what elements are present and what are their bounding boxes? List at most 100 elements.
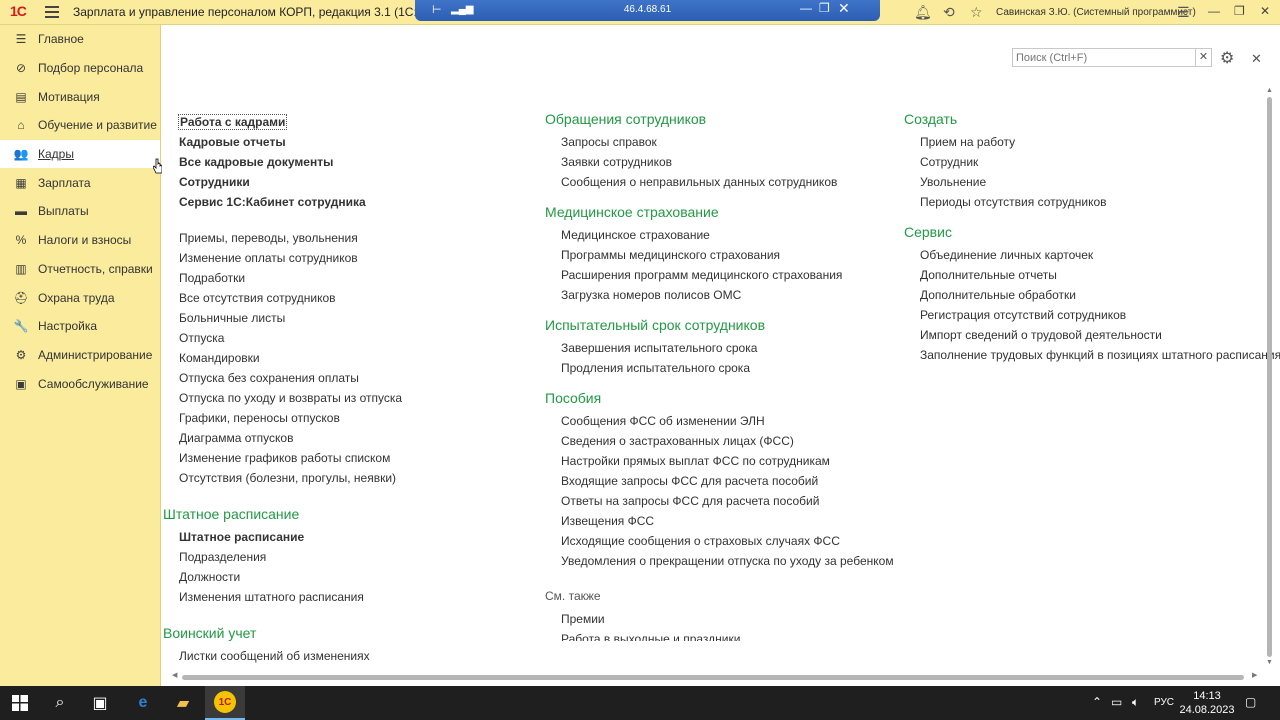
link-business-trips[interactable]: Командировки	[179, 348, 402, 368]
window-close-button[interactable]: ✕	[1260, 4, 1270, 18]
link-all-absences[interactable]: Все отсутствия сотрудников	[179, 288, 402, 308]
link-fss-answers[interactable]: Ответы на запросы ФСС для расчета пособи…	[545, 491, 894, 511]
scroll-left-icon[interactable]: ◀	[172, 671, 177, 679]
link-trial-extension[interactable]: Продления испытательного срока	[545, 358, 894, 378]
tray-expand-icon[interactable]: ⌃	[1092, 695, 1102, 709]
link-employee-requests[interactable]: Заявки сотрудников	[545, 152, 894, 172]
bell-icon[interactable]: 🔔︎	[914, 4, 932, 21]
link-wrong-data-messages[interactable]: Сообщения о неправильных данных сотрудни…	[545, 172, 894, 192]
sidebar-item-administration[interactable]: ⚙ Администрирование	[0, 341, 160, 370]
link-schedule-changes[interactable]: Изменение графиков работы списком	[179, 448, 402, 468]
link-parental-leave[interactable]: Отпуска по уходу и возвраты из отпуска	[179, 388, 402, 408]
link-create-employee[interactable]: Сотрудник	[904, 152, 1280, 172]
history-icon[interactable]: ⟲	[943, 4, 955, 21]
link-create-hire[interactable]: Прием на работу	[904, 132, 1280, 152]
scroll-down-icon[interactable]: ▼	[1266, 659, 1273, 666]
link-medical-insurance[interactable]: Медицинское страхование	[545, 225, 894, 245]
task-view-icon[interactable]: ▣	[80, 686, 120, 720]
link-labor-functions[interactable]: Заполнение трудовых функций в позициях ш…	[904, 345, 1280, 365]
link-fss-eln[interactable]: Сообщения ФСС об изменении ЭЛН	[545, 411, 894, 431]
sidebar-item-salary[interactable]: ▦ Зарплата	[0, 168, 160, 197]
volume-icon[interactable]: 🔈︎	[1132, 695, 1139, 710]
sidebar-item-settings[interactable]: 🔧 Настройка	[0, 312, 160, 341]
link-hires-transfers[interactable]: Приемы, переводы, увольнения	[179, 228, 402, 248]
link-positions[interactable]: Должности	[179, 567, 402, 587]
panel-settings-icon[interactable]: ⚙	[1220, 48, 1234, 68]
link-import-labor[interactable]: Импорт сведений о трудовой деятельности	[904, 325, 1280, 345]
file-explorer-icon[interactable]: ▰	[163, 686, 203, 720]
link-departments[interactable]: Подразделения	[179, 547, 402, 567]
link-pay-changes[interactable]: Изменение оплаты сотрудников	[179, 248, 402, 268]
link-employees[interactable]: Сотрудники	[179, 172, 402, 192]
sidebar-item-motivation[interactable]: ▤ Мотивация	[0, 82, 160, 111]
scroll-thumb[interactable]	[1267, 97, 1272, 657]
link-oms-import[interactable]: Загрузка номеров полисов ОМС	[545, 285, 894, 305]
link-employee-cabinet[interactable]: Сервис 1С:Кабинет сотрудника	[179, 192, 402, 212]
clock[interactable]: 14:13 24.08.2023	[1176, 689, 1238, 717]
sidebar-item-recruiting[interactable]: ⊘ Подбор персонала	[0, 54, 160, 83]
window-minimize-button[interactable]: —	[1208, 4, 1220, 18]
link-medical-extensions[interactable]: Расширения программ медицинского страхов…	[545, 265, 894, 285]
sidebar-item-reports[interactable]: ▥ Отчетность, справки	[0, 255, 160, 284]
vertical-scrollbar[interactable]: ▲ ▼	[1265, 87, 1274, 667]
link-fss-insured[interactable]: Сведения о застрахованных лицах (ФСС)	[545, 431, 894, 451]
link-change-notices[interactable]: Листки сообщений об изменениях	[179, 646, 402, 666]
search-clear-button[interactable]: ✕	[1196, 48, 1212, 67]
link-hr-work[interactable]: Работа с кадрами	[177, 112, 402, 132]
link-additional-reports[interactable]: Дополнительные отчеты	[904, 265, 1280, 285]
link-parental-end[interactable]: Уведомления о прекращении отпуска по ухо…	[545, 551, 894, 571]
link-fss-direct-payments[interactable]: Настройки прямых выплат ФСС по сотрудник…	[545, 451, 894, 471]
scroll-right-icon[interactable]: ▶	[1252, 671, 1257, 679]
network-icon[interactable]: ▭	[1111, 695, 1122, 709]
link-vacation-schedules[interactable]: Графики, переносы отпусков	[179, 408, 402, 428]
scroll-up-icon[interactable]: ▲	[1266, 87, 1273, 94]
link-create-dismissal[interactable]: Увольнение	[904, 172, 1280, 192]
search-input[interactable]	[1012, 48, 1196, 67]
link-additional-processing[interactable]: Дополнительные обработки	[904, 285, 1280, 305]
sidebar-item-training[interactable]: ⌂ Обучение и развитие	[0, 111, 160, 140]
link-vacation-chart[interactable]: Диаграмма отпусков	[179, 428, 402, 448]
sidebar-item-taxes[interactable]: % Налоги и взносы	[0, 226, 160, 255]
link-fss-outgoing[interactable]: Исходящие сообщения о страховых случаях …	[545, 531, 894, 551]
link-fss-incoming[interactable]: Входящие запросы ФСС для расчета пособий	[545, 471, 894, 491]
link-merge-cards[interactable]: Объединение личных карточек	[904, 245, 1280, 265]
link-staffing-changes[interactable]: Изменения штатного расписания	[179, 587, 402, 607]
link-absence-registration[interactable]: Регистрация отсутствий сотрудников	[904, 305, 1280, 325]
link-fss-notices[interactable]: Извещения ФСС	[545, 511, 894, 531]
link-all-hr-documents[interactable]: Все кадровые документы	[179, 152, 402, 172]
scroll-thumb[interactable]	[182, 675, 1244, 680]
link-part-time[interactable]: Подработки	[179, 268, 402, 288]
notifications-icon[interactable]: ▢	[1245, 695, 1256, 709]
remote-close-button[interactable]: ✕	[838, 0, 850, 17]
link-trial-completion[interactable]: Завершения испытательного срока	[545, 338, 894, 358]
close-panel-button[interactable]: ✕	[1251, 51, 1262, 67]
taskbar-app-1c[interactable]: 1C	[205, 686, 245, 720]
link-weekend-work[interactable]: Работа в выходные и праздники	[545, 629, 894, 641]
link-bonuses[interactable]: Премии	[545, 609, 894, 629]
sidebar-item-self-service[interactable]: ▣ Самообслуживание	[0, 369, 160, 398]
sidebar-item-main[interactable]: ☰ Главное	[0, 25, 160, 54]
language-indicator[interactable]: РУС	[1154, 697, 1174, 708]
start-button[interactable]	[0, 686, 40, 720]
remote-restore-button[interactable]: ❐	[819, 1, 830, 15]
link-staffing-table[interactable]: Штатное расписание	[179, 527, 402, 547]
sidebar-item-labor-safety[interactable]: ⛑ Охрана труда	[0, 283, 160, 312]
link-unpaid-leave[interactable]: Отпуска без сохранения оплаты	[179, 368, 402, 388]
link-hr-reports[interactable]: Кадровые отчеты	[179, 132, 402, 152]
window-restore-button[interactable]: ❐	[1234, 4, 1245, 18]
sidebar-item-payments[interactable]: ▬ Выплаты	[0, 197, 160, 226]
star-icon[interactable]: ☆	[970, 4, 983, 21]
horizontal-scrollbar[interactable]: ◀ ▶	[172, 671, 1258, 682]
sidebar-item-hr[interactable]: 👥 Кадры	[0, 139, 160, 169]
link-sick-leaves[interactable]: Больничные листы	[179, 308, 402, 328]
edge-browser-icon[interactable]: e	[123, 686, 163, 720]
link-certificate-requests[interactable]: Запросы справок	[545, 132, 894, 152]
link-medical-programs[interactable]: Программы медицинского страхования	[545, 245, 894, 265]
app-logo[interactable]: 1C	[10, 3, 27, 19]
link-create-absence-periods[interactable]: Периоды отсутствия сотрудников	[904, 192, 1280, 212]
link-absences[interactable]: Отсутствия (болезни, прогулы, неявки)	[179, 468, 402, 488]
link-vacations[interactable]: Отпуска	[179, 328, 402, 348]
settings-menu-icon[interactable]: ☰	[1177, 4, 1190, 21]
current-user[interactable]: Савинская З.Ю. (Системный программист)	[996, 7, 1196, 18]
main-menu-icon[interactable]	[45, 6, 59, 18]
